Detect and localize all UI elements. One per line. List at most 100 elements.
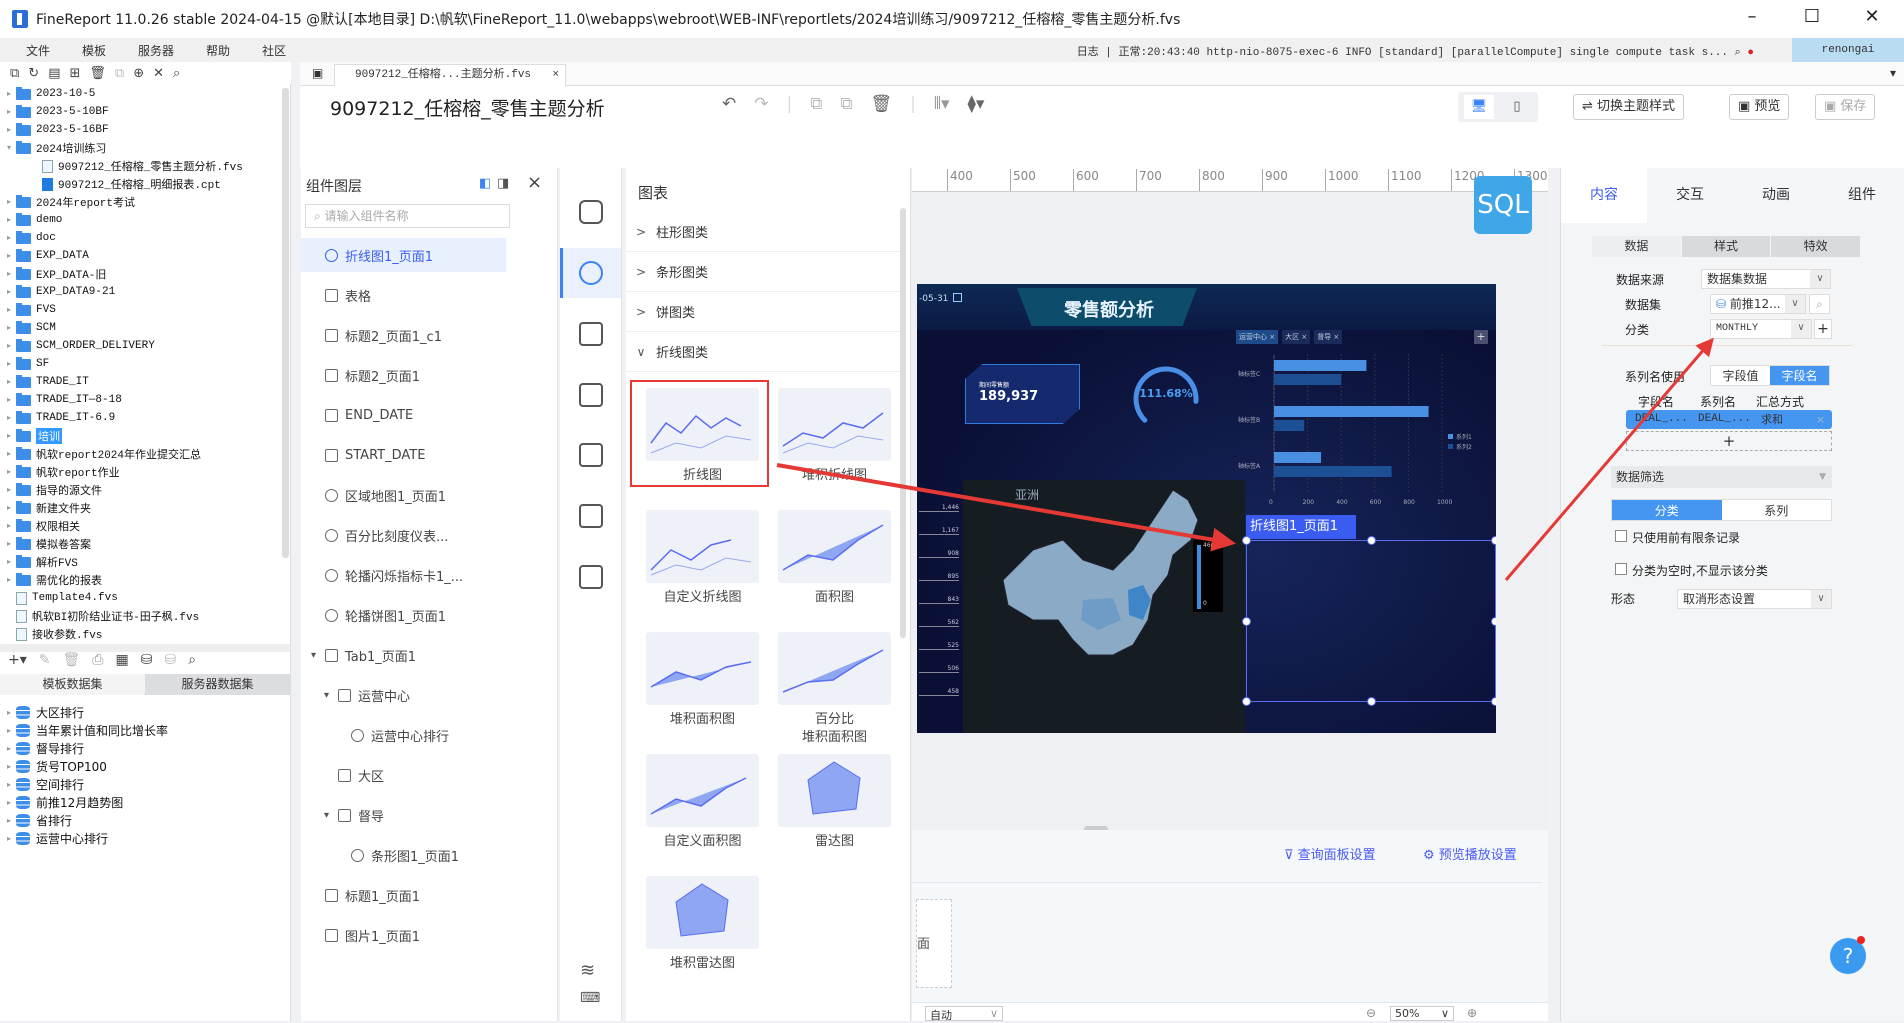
close-icon[interactable]: × (527, 172, 542, 193)
resize-handle[interactable] (1491, 536, 1496, 545)
page-thumbnail[interactable]: 面 (916, 899, 952, 988)
chart-type-tile[interactable]: 堆积折线图 (778, 388, 891, 485)
dataset-select[interactable]: ⛁ 前推12... ∨ (1710, 294, 1806, 314)
subtab-style[interactable]: 样式 (1681, 236, 1771, 257)
locate-icon[interactable]: ⊕ (133, 66, 144, 81)
dashboard-tab[interactable]: 督导 × (1314, 330, 1343, 344)
resize-handle[interactable] (1242, 536, 1251, 545)
tree-item[interactable]: ▸ 帆软report2024年作业提交汇总 (2, 445, 201, 463)
expand-arrow-icon[interactable]: ▸ (2, 521, 16, 531)
dataset-item[interactable]: ▸ 空间排行 (2, 775, 84, 793)
tab-animation[interactable]: 动画 (1733, 168, 1819, 223)
bar-chart[interactable]: 0 200 400 600 800 1000 轴标签C 轴标签B 轴标签A 系列1 系列2 (1236, 344, 1476, 524)
layer-item[interactable]: END_DATE (301, 398, 556, 432)
expand-arrow-icon[interactable]: ▸ (2, 449, 16, 459)
expand-arrow-icon[interactable]: ▸ (2, 798, 16, 807)
resize-handle[interactable] (1242, 617, 1251, 626)
expand-arrow-icon[interactable]: ▾ (324, 810, 338, 821)
layer-item[interactable]: 轮播饼图1_页面1 (301, 598, 556, 632)
expand-arrow-icon[interactable]: ▸ (2, 323, 16, 333)
tab-content[interactable]: 内容 (1561, 168, 1647, 223)
filter-series[interactable]: 系列 (1721, 500, 1831, 520)
tree-item[interactable]: ▸ TRADE_IT (2, 373, 89, 391)
expand-arrow-icon[interactable]: ▾ (324, 690, 338, 701)
resize-handle[interactable] (1242, 697, 1251, 706)
layer-item[interactable]: ▾ Tab1_页面1 (301, 638, 556, 672)
layer-item[interactable]: 折线图1_页面1 (301, 238, 506, 272)
bell-icon[interactable]: ● (1747, 47, 1754, 59)
preview-button[interactable]: ▣ 预览 (1729, 94, 1790, 120)
layer-item[interactable]: 表格 (301, 278, 556, 312)
add-tab-button[interactable]: + (1474, 330, 1488, 344)
expand-arrow-icon[interactable]: ▸ (2, 233, 16, 243)
search-icon[interactable]: ⌕ (188, 652, 196, 668)
expand-arrow-icon[interactable]: ▸ (2, 125, 16, 135)
expand-arrow-icon[interactable]: ▸ (2, 431, 16, 441)
option-field-name[interactable]: 字段名 (1770, 366, 1829, 385)
series-field-row[interactable]: DEAL_... DEAL_... 求和 × (1626, 410, 1832, 429)
panel-splitter[interactable] (0, 644, 290, 652)
chart-type-tile[interactable]: 百分比 堆积面积图 (778, 632, 891, 747)
user-name[interactable]: renongai (1792, 38, 1904, 62)
database-icon[interactable]: ⛁ (141, 652, 153, 668)
source-select[interactable]: 数据集数据 ∨ (1701, 269, 1831, 289)
media-icon[interactable] (579, 383, 603, 407)
expand-arrow-icon[interactable]: ▸ (2, 780, 16, 789)
tab-interaction[interactable]: 交互 (1647, 168, 1733, 223)
tree-item[interactable]: ▸ SCM_ORDER_DELIVERY (2, 337, 155, 355)
chart-type-tile[interactable]: 雷达图 (778, 754, 891, 851)
tab-component[interactable]: 组件 (1819, 168, 1904, 223)
chart-type-tile[interactable]: 面积图 (778, 510, 891, 607)
tree-item[interactable]: ▸ 2023-5-16BF (2, 121, 109, 139)
new-folder-icon[interactable]: ⧉ (10, 66, 19, 81)
pin-icon[interactable]: ▾ (1890, 66, 1896, 80)
undo-icon[interactable]: ↶ (722, 94, 736, 114)
tree-item[interactable]: ▸ EXP_DATA9-21 (2, 283, 115, 301)
data-filter-section[interactable]: 数据筛选 ▼ (1611, 466, 1832, 488)
tree-item[interactable]: ▸ 需优化的报表 (2, 571, 102, 589)
shape-select[interactable]: 取消形态设置 ∨ (1677, 589, 1832, 609)
tree-item[interactable]: ▸ SCM (2, 319, 56, 337)
expand-arrow-icon[interactable]: ▸ (2, 395, 16, 405)
dataset-item[interactable]: ▸ 督导排行 (2, 739, 84, 757)
close-icon[interactable]: × (1331, 333, 1339, 341)
component-search-input[interactable]: ⌕ 请输入组件名称 (305, 204, 510, 228)
minimize-button[interactable]: – (1732, 6, 1772, 27)
paste-icon[interactable]: ⧉ (840, 94, 852, 114)
zoom-in-icon[interactable]: ⊕ (1467, 1006, 1477, 1020)
tree-item[interactable]: ▸ FVS (2, 301, 56, 319)
layout-alt-icon[interactable]: ◨ (497, 176, 509, 191)
delete-icon[interactable]: 🗑 (871, 94, 893, 114)
dataset-item[interactable]: ▸ 当年累计值和同比增长率 (2, 721, 168, 739)
chart-type-tile[interactable]: 自定义折线图 (646, 510, 759, 607)
close-icon[interactable]: × (1267, 333, 1275, 341)
tree-item[interactable]: ▸ 培训 (2, 427, 62, 445)
copy-icon[interactable]: ⧉ (810, 94, 822, 114)
mobile-icon[interactable]: ▯ (1502, 95, 1532, 119)
chart-type-tile[interactable]: 堆积雷达图 (646, 876, 759, 973)
expand-arrow-icon[interactable]: ▸ (2, 575, 16, 585)
hide-empty-checkbox[interactable] (1615, 563, 1627, 575)
limit-records-checkbox[interactable] (1615, 530, 1627, 542)
dataset-item[interactable]: ▸ 前推12月趋势图 (2, 793, 123, 811)
layout-icon[interactable]: ◧ (479, 176, 491, 191)
expand-arrow-icon[interactable]: ▸ (2, 485, 16, 495)
table-icon[interactable] (579, 504, 603, 528)
switch-theme-button[interactable]: ⇌ 切换主题样式 (1573, 94, 1685, 120)
layer-item[interactable]: 条形图1_页面1 (301, 838, 556, 872)
archive-icon[interactable] (579, 565, 603, 589)
add-dataset-icon[interactable]: +▾ (8, 652, 27, 668)
layers-icon[interactable]: ≋ (580, 960, 595, 981)
chart-category[interactable]: ∨ 折线图类 (626, 332, 906, 372)
tree-item[interactable]: Template4.fvs (2, 589, 118, 607)
close-tab-icon[interactable]: × (552, 65, 559, 85)
expand-arrow-icon[interactable]: ▸ (2, 269, 16, 279)
inbox-icon[interactable] (579, 443, 603, 467)
dataset-item[interactable]: ▸ 运营中心排行 (2, 829, 108, 847)
search-icon[interactable]: ⌕ (173, 66, 180, 81)
resize-handle[interactable] (1367, 697, 1376, 706)
log-label[interactable]: 日志 (1077, 47, 1099, 59)
tab-list-icon[interactable]: ▣ (312, 66, 323, 80)
layer-item[interactable]: 标题2_页面1_c1 (301, 318, 556, 352)
subtab-effect[interactable]: 特效 (1771, 236, 1861, 257)
